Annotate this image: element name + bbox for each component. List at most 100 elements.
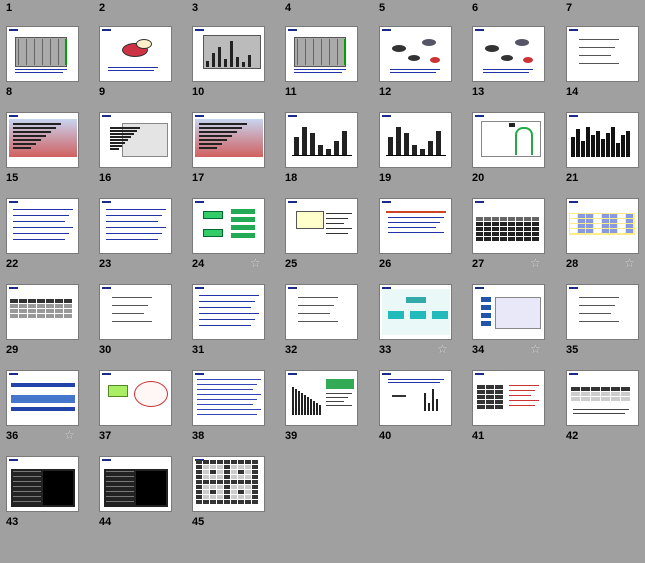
slide-thumbnail[interactable]: 43	[0, 456, 94, 542]
slide-thumbnail[interactable]: 29	[0, 284, 94, 370]
slide-thumbnail[interactable]: 24 ☆	[186, 198, 280, 284]
slide-graphic	[203, 465, 209, 469]
slide-thumbnail[interactable]: 20	[466, 112, 560, 198]
slide-thumbnail[interactable]: 36 ☆	[0, 370, 94, 456]
slide-thumbnail[interactable]: 39	[279, 370, 373, 456]
slide-preview[interactable]	[472, 198, 545, 254]
slide-thumbnail[interactable]: 35	[560, 284, 645, 370]
slide-preview[interactable]	[99, 112, 172, 168]
transition-star-icon[interactable]: ☆	[530, 256, 541, 270]
slide-preview[interactable]	[566, 198, 639, 254]
slide-thumbnail[interactable]: 42	[560, 370, 645, 456]
slide-number: 19	[379, 172, 392, 184]
slide-thumbnail[interactable]: 13	[466, 26, 560, 112]
slide-thumbnail[interactable]: 22	[0, 198, 94, 284]
slide-preview[interactable]	[472, 26, 545, 82]
slide-thumbnail[interactable]: 17	[186, 112, 280, 198]
slide-graphic	[500, 222, 507, 226]
slide-preview[interactable]	[566, 112, 639, 168]
slide-preview[interactable]	[192, 26, 265, 82]
slide-thumbnail[interactable]: 38	[186, 370, 280, 456]
slide-thumbnail[interactable]: 40	[373, 370, 467, 456]
slide-thumbnail[interactable]: 28 ☆	[560, 198, 645, 284]
slide-preview[interactable]	[6, 198, 79, 254]
slide-preview[interactable]	[99, 26, 172, 82]
slide-thumbnail[interactable]: 19	[373, 112, 467, 198]
slide-preview[interactable]	[379, 370, 452, 426]
slide-graphic	[495, 385, 503, 389]
slide-thumbnail[interactable]: 27 ☆	[466, 198, 560, 284]
slide-preview[interactable]	[192, 456, 265, 512]
slide-thumbnail[interactable]: 44	[93, 456, 187, 542]
slide-thumbnail[interactable]: 23	[93, 198, 187, 284]
slide-preview[interactable]	[6, 456, 79, 512]
slide-preview[interactable]	[192, 112, 265, 168]
slide-thumbnail[interactable]: 16	[93, 112, 187, 198]
slide-thumbnail[interactable]: 12	[373, 26, 467, 112]
slide-thumbnail[interactable]: 18	[279, 112, 373, 198]
slide-number: 31	[192, 344, 205, 356]
slide-preview[interactable]	[192, 198, 265, 254]
slide-preview[interactable]	[6, 26, 79, 82]
slide-preview[interactable]	[99, 370, 172, 426]
slide-thumbnail[interactable]: 33 ☆	[373, 284, 467, 370]
slide-preview[interactable]	[379, 198, 452, 254]
slide-preview[interactable]	[379, 284, 452, 340]
slide-graphic	[210, 470, 216, 474]
slide-preview[interactable]	[379, 112, 452, 168]
slide-preview[interactable]	[99, 198, 172, 254]
slide-graphic	[516, 232, 523, 236]
transition-star-icon[interactable]: ☆	[250, 256, 261, 270]
slide-preview[interactable]	[6, 284, 79, 340]
slide-preview[interactable]	[472, 112, 545, 168]
slide-preview[interactable]	[472, 370, 545, 426]
transition-star-icon[interactable]: ☆	[64, 428, 75, 442]
slide-thumbnail[interactable]: 8	[0, 26, 94, 112]
slide-preview[interactable]	[285, 112, 358, 168]
slide-thumbnail[interactable]: 41	[466, 370, 560, 456]
slide-thumbnail[interactable]: 26	[373, 198, 467, 284]
slide-thumbnail[interactable]: 25	[279, 198, 373, 284]
slide-preview[interactable]	[6, 370, 79, 426]
slide-thumbnail[interactable]: 21	[560, 112, 645, 198]
slide-preview[interactable]	[566, 26, 639, 82]
transition-star-icon[interactable]: ☆	[437, 342, 448, 356]
slide-graphic	[55, 309, 63, 313]
transition-star-icon[interactable]: ☆	[530, 342, 541, 356]
slide-graphic	[110, 148, 119, 150]
slide-graphic	[64, 314, 72, 318]
slide-thumbnail[interactable]: 37	[93, 370, 187, 456]
slide-preview[interactable]	[192, 370, 265, 426]
slide-number: 32	[285, 344, 298, 356]
slide-preview[interactable]	[6, 112, 79, 168]
slide-preview[interactable]	[566, 284, 639, 340]
slide-preview[interactable]	[285, 26, 358, 82]
slide-thumbnail[interactable]: 14	[560, 26, 645, 112]
slide-thumbnail[interactable]: 15	[0, 112, 94, 198]
slide-thumbnail[interactable]: 10	[186, 26, 280, 112]
slide-thumbnail[interactable]: 9	[93, 26, 187, 112]
slide-graphic	[242, 62, 245, 67]
slide-thumbnail[interactable]: 34 ☆	[466, 284, 560, 370]
slide-thumbnail[interactable]: 45	[186, 456, 280, 542]
slide-thumbnail[interactable]: 11	[279, 26, 373, 112]
slide-preview[interactable]	[192, 284, 265, 340]
slide-thumbnail[interactable]: 31	[186, 284, 280, 370]
slide-preview[interactable]	[285, 284, 358, 340]
slide-preview[interactable]	[285, 370, 358, 426]
slide-graphic	[579, 63, 619, 64]
slide-thumbnail[interactable]: 30	[93, 284, 187, 370]
slide-preview[interactable]	[99, 456, 172, 512]
slide-thumbnail[interactable]: 32	[279, 284, 373, 370]
slide-preview[interactable]	[566, 370, 639, 426]
transition-star-icon[interactable]: ☆	[624, 256, 635, 270]
slide-graphic	[252, 485, 258, 489]
slide-graphic	[252, 465, 258, 469]
slide-preview[interactable]	[285, 198, 358, 254]
slide-preview[interactable]	[472, 284, 545, 340]
slide-preview[interactable]	[379, 26, 452, 82]
slide-graphic	[297, 39, 298, 65]
slide-graphic	[224, 465, 230, 469]
slide-logo	[569, 201, 578, 203]
slide-preview[interactable]	[99, 284, 172, 340]
